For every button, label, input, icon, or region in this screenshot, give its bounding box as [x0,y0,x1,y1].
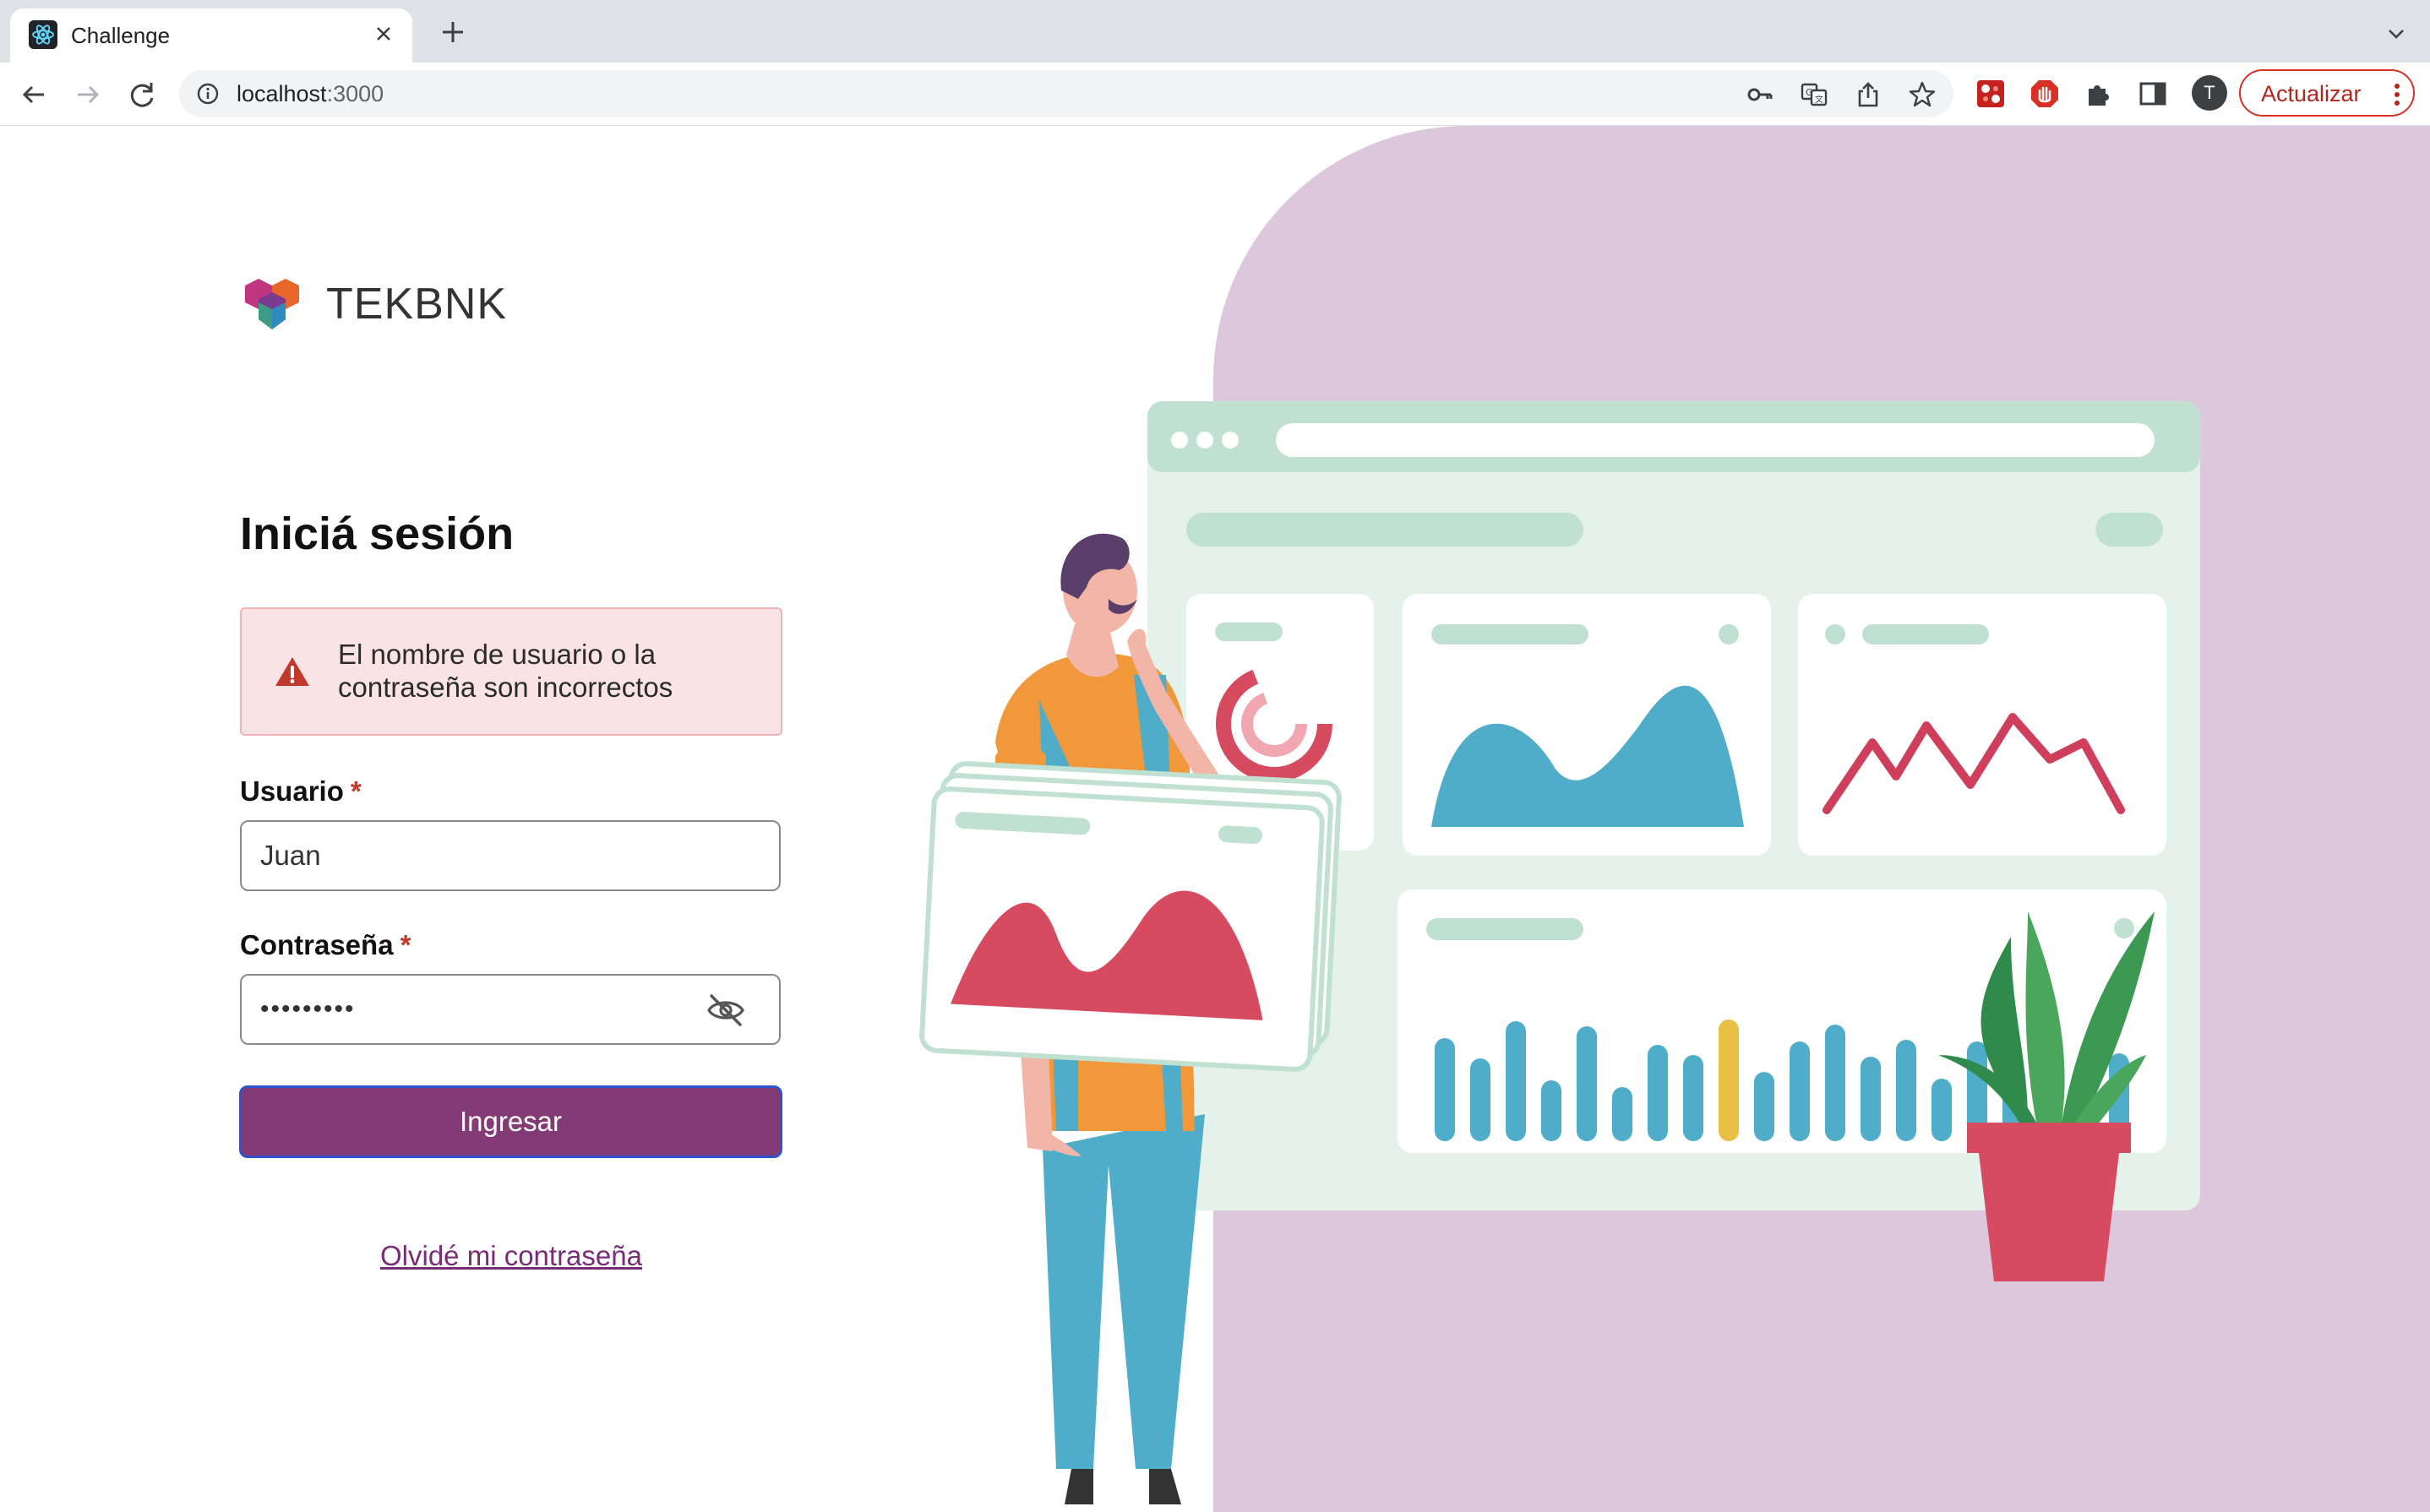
reload-icon[interactable] [123,76,161,113]
error-alert: El nombre de usuario o la contraseña son… [240,607,782,736]
page-title: Iniciá sesión [240,509,515,559]
username-input[interactable]: Juan [240,820,781,891]
forgot-password-link[interactable]: Olvidé mi contraseña [240,1239,782,1273]
svg-text:G: G [1806,87,1813,98]
close-tab-icon[interactable] [368,19,399,49]
password-input[interactable]: ••••••••• [240,974,781,1045]
browser-toolbar: localhost:3000 G文 T Actualizar [0,63,2430,127]
more-menu-icon[interactable] [2393,79,2401,110]
error-message: El nombre de usuario o la contraseña son… [338,639,673,703]
key-icon[interactable] [1746,80,1774,109]
password-label-text: Contraseña [240,929,394,960]
back-icon[interactable] [15,76,52,113]
share-icon[interactable] [1854,80,1882,109]
username-label: Usuario * [240,775,362,808]
address-bar[interactable]: localhost:3000 G文 [179,70,1953,117]
browser-tab-strip: Challenge [0,0,2430,63]
update-button-label: Actualizar [2261,81,2362,106]
url-text: localhost:3000 [237,79,384,109]
new-tab-icon[interactable] [436,15,470,49]
extension-red-icon[interactable] [1975,79,2006,109]
update-browser-button[interactable]: Actualizar [2239,69,2415,117]
browser-tab[interactable]: Challenge [10,8,412,63]
password-value: ••••••••• [260,995,356,1023]
side-panel-icon[interactable] [2138,79,2168,109]
profile-avatar[interactable]: T [2192,75,2227,111]
login-submit-button[interactable]: Ingresar [239,1085,782,1158]
extensions-puzzle-icon[interactable] [2084,79,2114,109]
site-info-icon[interactable] [196,82,220,106]
illustration-card-area [1403,594,1771,856]
eye-off-icon[interactable] [706,993,745,1028]
url-port: :3000 [326,81,384,106]
password-label: Contraseña * [240,928,411,962]
username-value: Juan [260,840,321,871]
tab-title: Challenge [71,23,171,48]
dashboard-illustration [919,401,2200,1504]
url-host: localhost [237,81,327,106]
required-marker: * [400,929,411,960]
bookmark-star-icon[interactable] [1908,80,1937,109]
react-icon [29,20,57,49]
tekbnk-logo-icon [242,274,302,334]
forward-icon[interactable] [69,76,106,113]
brand-name: TEKBNK [326,280,508,329]
svg-text:文: 文 [1815,94,1823,105]
username-label-text: Usuario [240,775,344,807]
login-page: TEKBNK Iniciá sesión El nombre de usuari… [0,126,2430,1512]
adblock-stop-icon[interactable] [2030,79,2060,109]
warning-triangle-icon [274,655,311,688]
illustration-card-line [1798,594,2166,856]
translate-icon[interactable]: G文 [1800,80,1828,109]
chevron-down-icon[interactable] [2381,19,2411,49]
submit-button-label: Ingresar [459,1106,563,1137]
required-marker: * [350,775,362,807]
